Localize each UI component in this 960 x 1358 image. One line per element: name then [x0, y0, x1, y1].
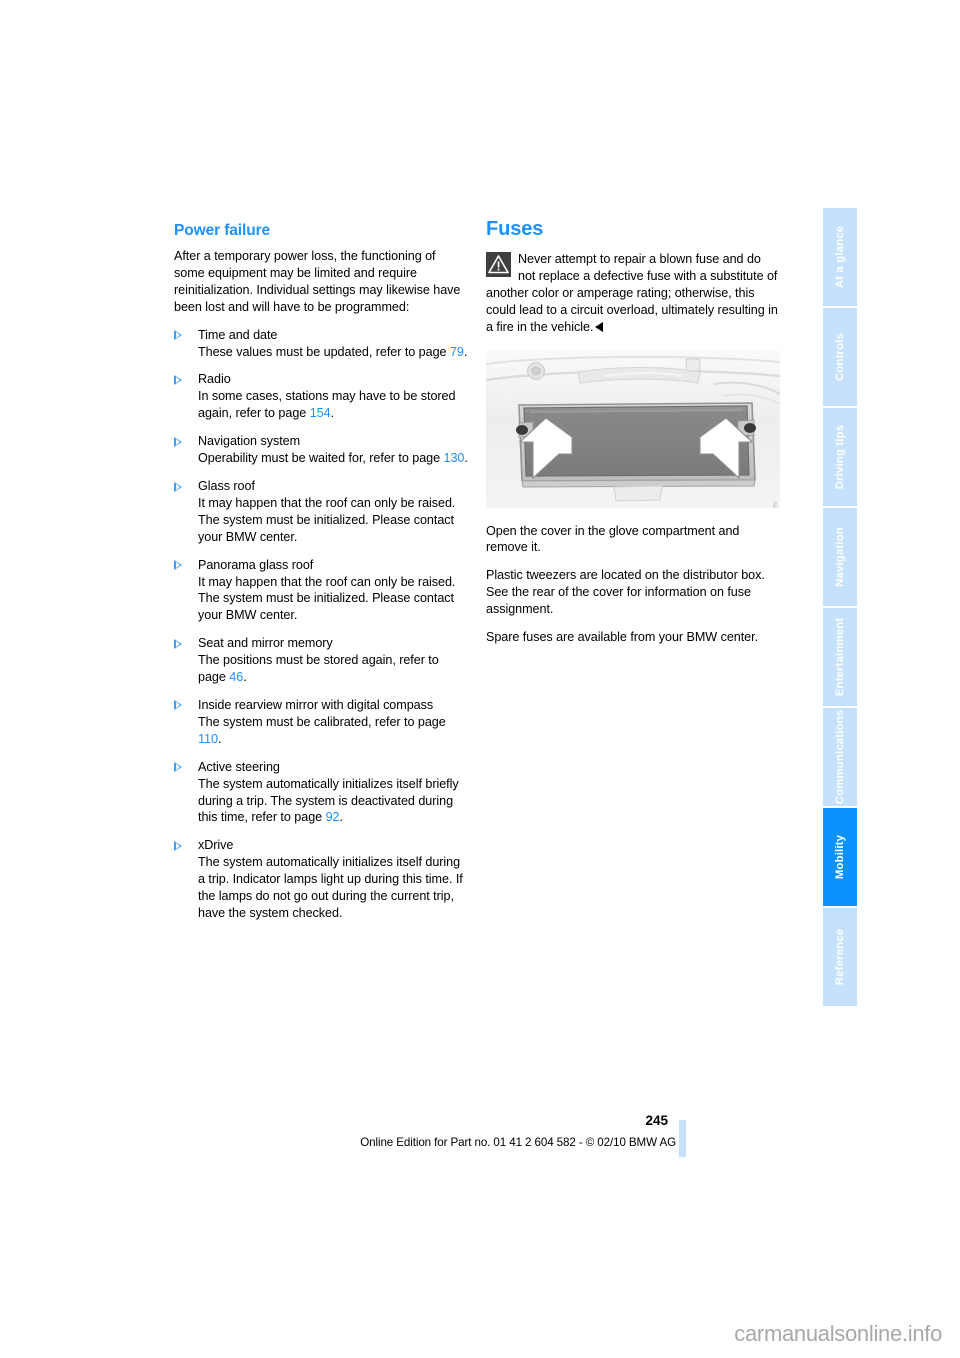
page-reference-link[interactable]: 46 [229, 670, 243, 684]
sidebar-item-communications[interactable]: Communications [823, 708, 857, 806]
page-reference-link[interactable]: 92 [326, 810, 340, 824]
list-item-body: The system automatically initializes its… [198, 855, 463, 920]
triangle-bullet-icon [174, 436, 182, 447]
list-item-body-end: . [243, 670, 247, 685]
power-failure-list: Time and date These values must be updat… [174, 327, 468, 922]
list-item-body: It may happen that the roof can only be … [198, 574, 456, 623]
instruction-paragraph-2: Plastic tweezers are located on the dist… [486, 568, 765, 617]
sidebar-item-driving-tips[interactable]: Driving tips [823, 408, 857, 506]
page-title-power-failure: Power failure [174, 222, 271, 239]
page-number: 245 [645, 1113, 668, 1128]
sidebar-item-navigation[interactable]: Navigation [823, 508, 857, 606]
list-item-title: Active steering [198, 759, 280, 774]
footer-accent-bar [679, 1120, 686, 1157]
page-reference-link[interactable]: 79 [450, 345, 464, 359]
list-item-title: Glass roof [198, 479, 255, 494]
list-item-title: Navigation system [198, 434, 301, 449]
sidebar-item-label: Driving tips [834, 424, 846, 490]
list-item-body: It may happen that the roof can only be … [198, 495, 456, 544]
list-item: Active steering The system automatically… [174, 759, 468, 827]
sidebar-item-label: Entertainment [834, 617, 846, 697]
list-item: Time and date These values must be updat… [174, 327, 468, 361]
triangle-bullet-icon [174, 560, 182, 571]
triangle-bullet-icon [174, 762, 182, 773]
list-item-body: Operability must be waited for, refer to… [198, 451, 444, 466]
list-item-body-end: . [464, 451, 468, 466]
list-item-body-end: . [339, 810, 343, 825]
chapter-tabs-sidebar: At a glance Controls Driving tips Naviga… [823, 208, 857, 1008]
warning-triangle-icon [486, 252, 511, 277]
sidebar-item-label: Communications [834, 709, 846, 805]
manual-page: Power failure After a temporary power lo… [0, 0, 960, 1358]
triangle-bullet-icon [174, 481, 182, 492]
list-item: xDrive The system automatically initiali… [174, 837, 468, 922]
page-reference-link[interactable]: 130 [444, 451, 465, 465]
triangle-bullet-icon [174, 374, 182, 385]
list-item-body-end: . [463, 344, 468, 359]
warning-block: Never attempt to repair a blown fuse and… [486, 251, 780, 336]
list-item: Inside rearview mirror with digital comp… [174, 697, 468, 748]
sidebar-item-at-a-glance[interactable]: At a glance [823, 208, 857, 306]
sidebar-item-entertainment[interactable]: Entertainment [823, 608, 857, 706]
triangle-bullet-icon [174, 840, 182, 851]
list-item-body: These values must be updated, refer to p… [198, 344, 450, 359]
list-item-body: The system must be calibrated, refer to … [198, 714, 446, 729]
footer-imprint: Online Edition for Part no. 01 41 2 604 … [360, 1136, 676, 1149]
list-item-title: Panorama glass roof [198, 557, 314, 572]
right-column: Fuses Never attempt to repair a blown fu… [486, 218, 780, 657]
intro-paragraph: After a temporary power loss, the functi… [174, 249, 461, 314]
illustration-reference-code: V0C2S3ECON [773, 502, 779, 508]
list-item: Navigation system Operability must be wa… [174, 433, 468, 467]
sidebar-item-controls[interactable]: Controls [823, 308, 857, 406]
sidebar-item-mobility[interactable]: Mobility [823, 808, 857, 906]
page-reference-link[interactable]: 110 [198, 732, 218, 746]
list-item: Seat and mirror memory The positions mus… [174, 635, 468, 686]
list-item-title: Seat and mirror memory [198, 636, 333, 651]
triangle-bullet-icon [174, 330, 182, 341]
instruction-paragraph-1: Open the cover in the glove compartment … [486, 523, 740, 555]
sidebar-item-label: Navigation [834, 527, 846, 587]
list-item-title: Radio [198, 372, 231, 387]
sidebar-item-label: Reference [834, 928, 846, 986]
list-item-title: Time and date [198, 327, 278, 342]
page-reference-link[interactable]: 154 [310, 406, 331, 420]
sidebar-item-reference[interactable]: Reference [823, 908, 857, 1006]
list-item-body-end: . [330, 406, 335, 421]
left-column: Power failure After a temporary power lo… [174, 222, 468, 922]
sidebar-item-label: Mobility [834, 834, 846, 880]
sidebar-item-label: Controls [834, 332, 846, 382]
list-item-title: xDrive [198, 838, 234, 853]
triangle-bullet-icon [174, 638, 182, 649]
warning-end-marker [595, 321, 604, 332]
list-item-title: Inside rearview mirror with digital comp… [198, 697, 434, 712]
instruction-paragraph-3: Spare fuses are available from your BMW … [486, 630, 759, 645]
glove-compartment-fuse-cover-illustration: V0C2S3ECON [486, 349, 780, 508]
list-item: Panorama glass roof It may happen that t… [174, 557, 468, 625]
triangle-bullet-icon [174, 700, 182, 711]
list-item-body-end: . [217, 731, 222, 746]
warning-text: Never attempt to repair a blown fuse and… [486, 252, 778, 334]
fuse-box-diagram [486, 349, 780, 508]
site-watermark: carmanualsonline.info [734, 1321, 942, 1346]
list-item: Radio In some cases, stations may have t… [174, 371, 468, 422]
list-item: Glass roof It may happen that the roof c… [174, 478, 468, 546]
page-title-fuses: Fuses [486, 218, 544, 240]
sidebar-item-label: At a glance [834, 225, 846, 289]
